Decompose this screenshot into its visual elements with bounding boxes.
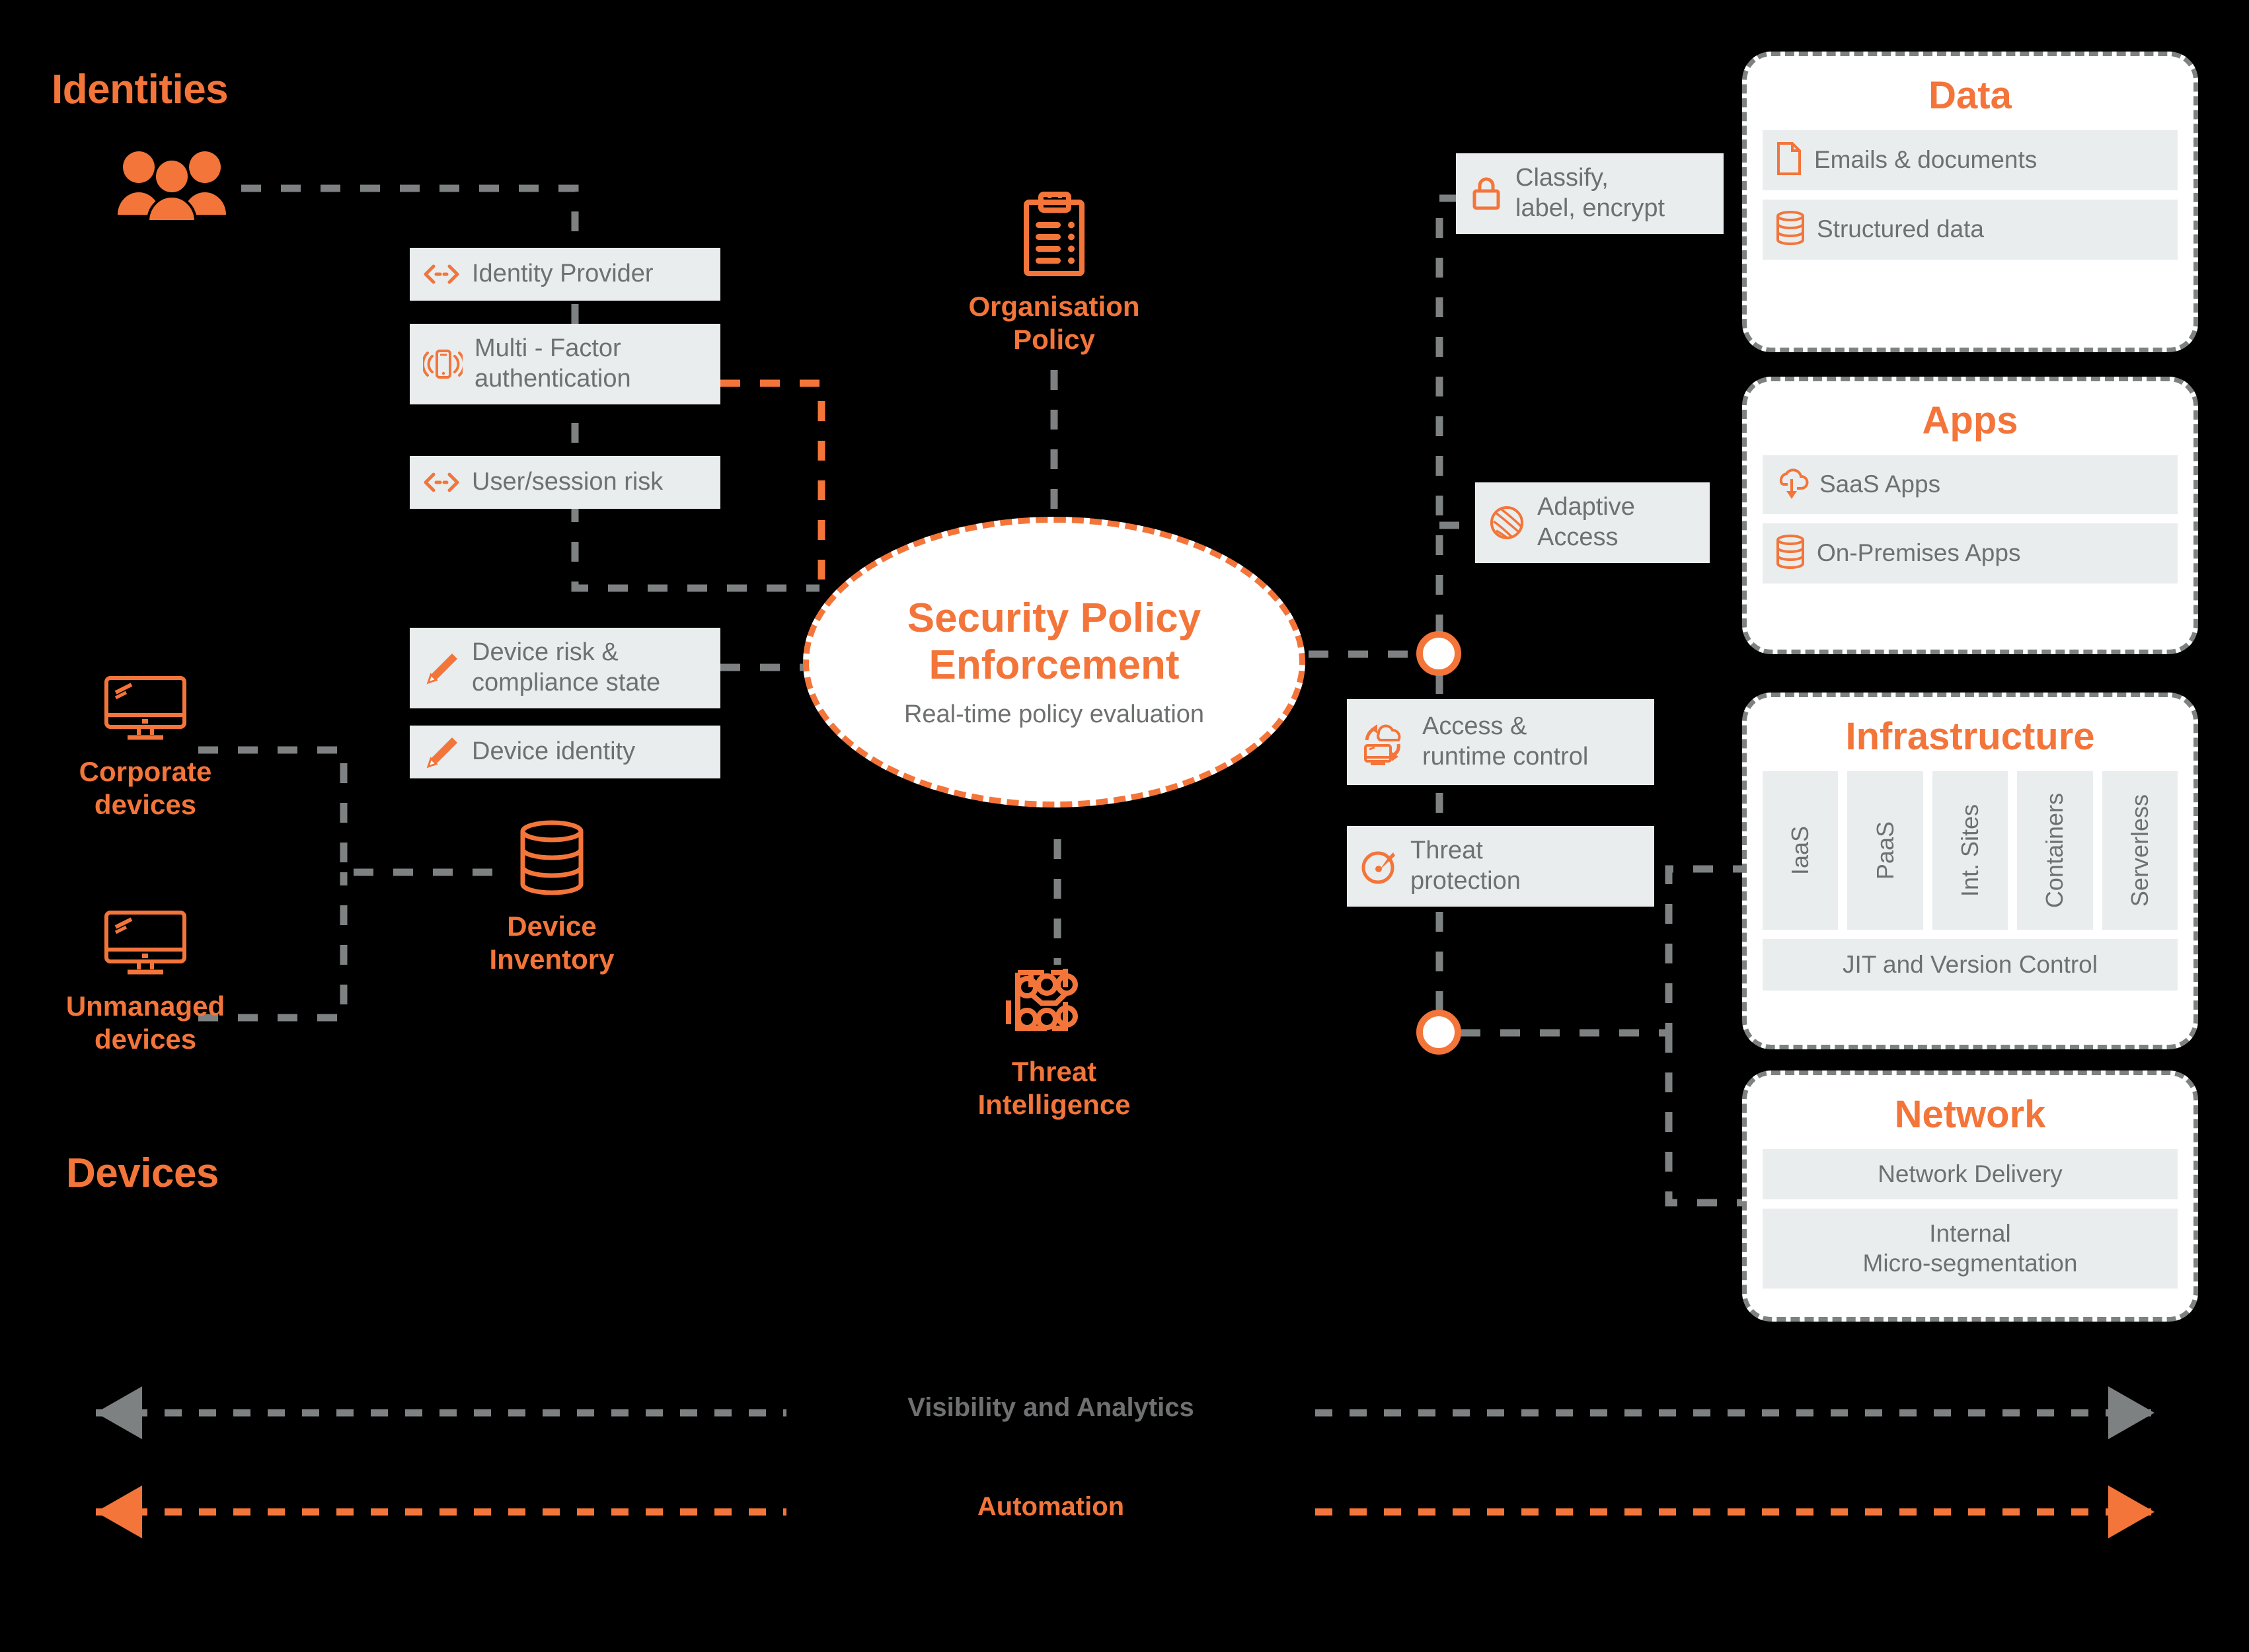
organisation-policy-actor: Organisation Policy <box>958 191 1150 356</box>
document-icon <box>1774 141 1804 180</box>
control-label: Threat protection <box>1410 837 1521 895</box>
infra-column-label: PaaS <box>1871 821 1899 880</box>
database-icon <box>515 819 588 901</box>
diagram-canvas: Identities Identity Provider Multi - Fac… <box>0 0 2249 1652</box>
threat-intelligence-actor: Threat Intelligence <box>958 965 1150 1121</box>
infra-column-label: Containers <box>2041 792 2069 908</box>
device-inventory-actor: Device Inventory <box>463 819 641 975</box>
signal-label: Device identity <box>472 737 636 766</box>
core-title: Security Policy Enforcement <box>907 595 1201 688</box>
signal-device-identity[interactable]: Device identity <box>410 726 720 778</box>
control-adaptive-access[interactable]: Adaptive Access <box>1475 482 1710 563</box>
circuit-board-icon <box>1005 965 1104 1046</box>
pillar-row[interactable]: SaaS Apps <box>1763 455 2178 514</box>
infra-column[interactable]: IaaS <box>1763 770 1839 930</box>
pillar-infrastructure: Infrastructure IaaS PaaS Int. Sites Cont… <box>1742 693 2198 1049</box>
infra-column[interactable]: Int. Sites <box>1932 770 2008 930</box>
security-policy-enforcement-core: Security Policy Enforcement Real-time po… <box>803 517 1305 807</box>
actor-caption: Corporate devices <box>79 756 212 820</box>
users-actor <box>99 149 245 225</box>
core-subtitle: Real-time policy evaluation <box>903 700 1205 729</box>
actor-caption: Device Inventory <box>489 911 615 975</box>
band-visibility-label: Visibility and Analytics <box>907 1393 1194 1422</box>
signal-label: Identity Provider <box>472 260 654 288</box>
pillar-title: Network <box>1894 1093 2046 1136</box>
actor-caption: Threat Intelligence <box>977 1056 1131 1120</box>
actor-caption: Unmanaged devices <box>65 991 225 1055</box>
globe-lines-icon <box>1488 504 1525 541</box>
clipboard-icon <box>1020 191 1088 281</box>
junction-node-upper <box>1416 631 1461 676</box>
corporate-devices-actor: Corporate devices <box>59 674 231 821</box>
control-threat-protection[interactable]: Threat protection <box>1347 826 1654 907</box>
pillar-apps: Apps SaaS Apps On-Premises Apps <box>1742 377 2198 654</box>
infrastructure-columns: IaaS PaaS Int. Sites Containers Serverle… <box>1763 770 2178 930</box>
pillar-row[interactable]: Structured data <box>1763 199 2178 260</box>
cloud-download-icon <box>1774 466 1809 504</box>
signal-mfa[interactable]: Multi - Factor authentication <box>410 324 720 404</box>
database-icon <box>1774 210 1806 249</box>
infra-column[interactable]: PaaS <box>1847 770 1923 930</box>
lock-icon <box>1469 175 1504 212</box>
pillar-row-label: Structured data <box>1817 215 1984 243</box>
database-icon <box>1774 534 1806 573</box>
pillar-row-label: Internal Micro-segmentation <box>1862 1220 2078 1277</box>
exchange-arrows-icon <box>423 470 460 494</box>
pencil-icon <box>423 650 460 687</box>
identities-section-title: Identities <box>52 67 229 112</box>
pillar-row-label: Network Delivery <box>1878 1160 2063 1187</box>
pillar-row-label: Emails & documents <box>1814 146 2038 174</box>
devices-section-title: Devices <box>66 1150 219 1196</box>
signal-identity-provider[interactable]: Identity Provider <box>410 248 720 301</box>
infra-column[interactable]: Containers <box>2017 770 2093 930</box>
signal-device-risk[interactable]: Device risk & compliance state <box>410 628 720 708</box>
signal-label: Multi - Factor authentication <box>475 334 631 393</box>
pillar-row-label: SaaS Apps <box>1819 470 1941 498</box>
infra-column-label: Int. Sites <box>1956 804 1984 897</box>
pillar-title: Infrastructure <box>1845 715 2095 758</box>
pillar-title: Data <box>1928 74 2012 117</box>
pillar-title: Apps <box>1922 399 2018 442</box>
pillar-row[interactable]: Internal Micro-segmentation <box>1763 1209 2178 1289</box>
signal-user-session-risk[interactable]: User/session risk <box>410 456 720 509</box>
control-access-runtime[interactable]: Access & runtime control <box>1347 699 1654 785</box>
infra-column-label: Serverless <box>2125 794 2153 907</box>
monitor-icon <box>102 909 188 981</box>
gauge-icon <box>1360 847 1398 885</box>
signal-label: User/session risk <box>472 468 664 496</box>
cloud-sync-icon <box>1360 718 1410 767</box>
unmanaged-devices-actor: Unmanaged devices <box>53 909 238 1055</box>
phone-vibrate-icon <box>423 346 463 383</box>
pillar-network: Network Network Delivery Internal Micro-… <box>1742 1070 2198 1322</box>
control-label: Access & runtime control <box>1422 712 1589 770</box>
pillar-row-label: On-Premises Apps <box>1817 539 2021 567</box>
users-group-icon <box>112 149 231 225</box>
pillar-row[interactable]: Emails & documents <box>1763 130 2178 190</box>
exchange-arrows-icon <box>423 262 460 286</box>
infra-footer[interactable]: JIT and Version Control <box>1763 938 2178 991</box>
band-automation-label: Automation <box>977 1492 1125 1521</box>
actor-caption: Organisation Policy <box>968 291 1140 355</box>
pillar-row[interactable]: Network Delivery <box>1763 1148 2178 1200</box>
signal-label: Device risk & compliance state <box>472 638 661 696</box>
infra-column[interactable]: Serverless <box>2102 770 2178 930</box>
junction-node-lower <box>1416 1010 1461 1055</box>
infra-column-label: IaaS <box>1786 825 1814 875</box>
pillar-row[interactable]: On-Premises Apps <box>1763 523 2178 583</box>
pencil-icon <box>423 733 460 770</box>
control-classify[interactable]: Classify, label, encrypt <box>1456 153 1724 234</box>
control-label: Adaptive Access <box>1537 493 1635 551</box>
pillar-data: Data Emails & documents Structured data <box>1742 52 2198 352</box>
control-label: Classify, label, encrypt <box>1515 164 1665 222</box>
monitor-icon <box>102 674 188 746</box>
